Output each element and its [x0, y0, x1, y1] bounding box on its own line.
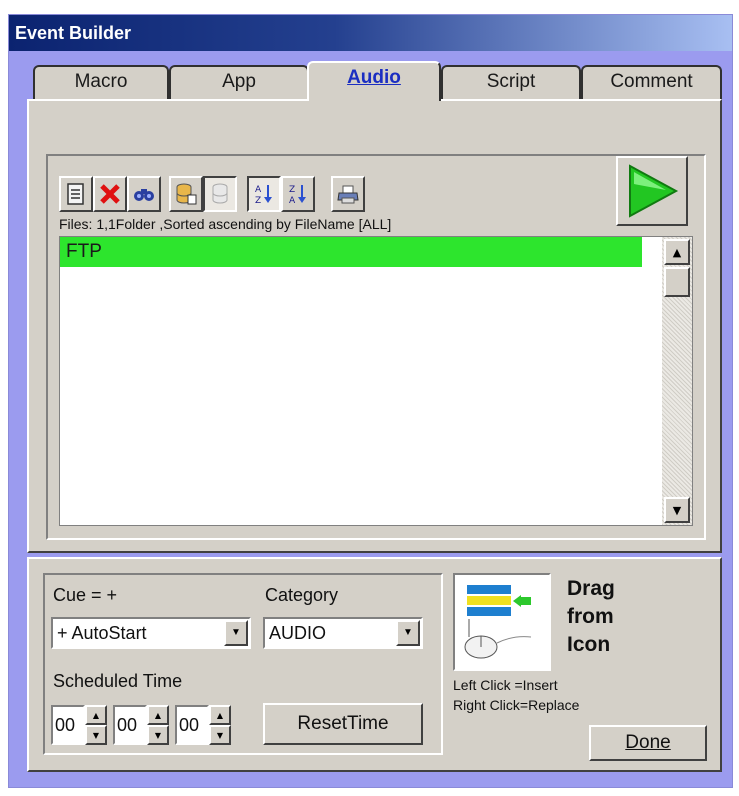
find-icon [134, 189, 154, 201]
done-label: Done [625, 732, 671, 753]
new-list-icon [67, 183, 84, 205]
window-title: Event Builder [15, 23, 132, 43]
right-click-hint: Right Click=Replace [453, 697, 580, 713]
vertical-scrollbar[interactable]: ▲ ▼ [662, 237, 692, 525]
cue-select[interactable]: + AutoStart ▼ [51, 617, 251, 649]
play-icon [629, 164, 679, 218]
sort-descending-button[interactable]: Z A [281, 176, 315, 212]
tab-app[interactable]: App [169, 65, 309, 99]
cue-settings-group: Cue = + Category + AutoStart ▼ AUDIO ▼ S… [43, 573, 443, 755]
drag-line-2: from [567, 605, 614, 628]
svg-text:Z: Z [289, 185, 295, 195]
svg-text:Z: Z [255, 196, 261, 206]
scroll-down-button[interactable]: ▼ [664, 497, 690, 523]
find-button[interactable] [127, 176, 161, 212]
drag-from-icon-label: Drag from Icon [567, 575, 657, 659]
minutes-spinner[interactable]: ▲ ▼ [147, 705, 169, 745]
tab-comment-label: Comment [610, 71, 693, 92]
spin-down-icon[interactable]: ▼ [147, 725, 169, 745]
print-button[interactable] [331, 176, 365, 212]
seconds-field[interactable]: 00 [175, 705, 209, 745]
database-icon [212, 183, 228, 204]
drag-line-1: Drag [567, 577, 615, 600]
spin-down-icon[interactable]: ▼ [209, 725, 231, 745]
sort-ascending-icon: A Z [255, 185, 272, 206]
play-button[interactable] [616, 156, 688, 226]
tab-audio-label: Audio [347, 67, 401, 88]
cue-label: Cue = + [53, 585, 118, 605]
event-builder-window: Event Builder Macro App Audio Script Com… [8, 14, 733, 788]
scroll-up-button[interactable]: ▲ [664, 239, 690, 265]
event-settings-panel: Cue = + Category + AutoStart ▼ AUDIO ▼ S… [27, 557, 722, 772]
spin-down-icon[interactable]: ▼ [85, 725, 107, 745]
drag-icon[interactable] [453, 573, 551, 671]
left-click-hint: Left Click =Insert [453, 677, 558, 693]
category-select-value: AUDIO [269, 623, 327, 643]
sort-descending-icon: Z A [289, 185, 306, 206]
chevron-down-icon[interactable]: ▼ [224, 620, 248, 646]
tab-comment[interactable]: Comment [581, 65, 722, 99]
database-edit-icon [176, 183, 197, 205]
list-item[interactable]: FTP [60, 237, 642, 267]
drag-line-3: Icon [567, 633, 611, 656]
tab-macro-label: Macro [74, 71, 128, 92]
spin-up-icon[interactable]: ▲ [85, 705, 107, 725]
delete-icon [100, 184, 120, 204]
tab-audio[interactable]: Audio [307, 61, 441, 101]
scheduled-time-label: Scheduled Time [53, 671, 183, 691]
done-button[interactable]: Done [589, 725, 707, 761]
file-list[interactable]: FTP ▲ ▼ [59, 236, 693, 526]
cue-select-value: + AutoStart [57, 623, 147, 643]
category-label: Category [265, 585, 339, 605]
reset-time-button[interactable]: ResetTime [263, 703, 423, 745]
database-button[interactable] [203, 176, 237, 212]
minutes-field[interactable]: 00 [113, 705, 147, 745]
scroll-thumb[interactable] [664, 267, 690, 297]
chevron-down-icon[interactable]: ▼ [396, 620, 420, 646]
reset-time-label: ResetTime [297, 713, 389, 734]
drag-event-icon [464, 585, 532, 659]
title-bar[interactable]: Event Builder [9, 15, 732, 51]
hours-field[interactable]: 00 [51, 705, 85, 745]
audio-tab-panel: A Z Z A Files: 1,1Folder ,Sorted ascendi… [27, 99, 722, 553]
print-icon [337, 185, 359, 204]
tab-script-label: Script [486, 71, 536, 92]
spin-up-icon[interactable]: ▲ [209, 705, 231, 725]
delete-button[interactable] [93, 176, 127, 212]
tab-script[interactable]: Script [441, 65, 581, 99]
hours-spinner[interactable]: ▲ ▼ [85, 705, 107, 745]
file-browser-group: A Z Z A Files: 1,1Folder ,Sorted ascendi… [46, 154, 706, 540]
database-edit-button[interactable] [169, 176, 203, 212]
tab-macro[interactable]: Macro [33, 65, 169, 99]
new-list-button[interactable] [59, 176, 93, 212]
files-info-label: Files: 1,1Folder ,Sorted ascending by Fi… [59, 216, 392, 232]
svg-text:A: A [289, 196, 296, 206]
category-select[interactable]: AUDIO ▼ [263, 617, 423, 649]
sort-ascending-button[interactable]: A Z [247, 176, 281, 212]
spin-up-icon[interactable]: ▲ [147, 705, 169, 725]
svg-text:A: A [255, 185, 262, 195]
seconds-spinner[interactable]: ▲ ▼ [209, 705, 231, 745]
tab-app-label: App [222, 71, 256, 92]
